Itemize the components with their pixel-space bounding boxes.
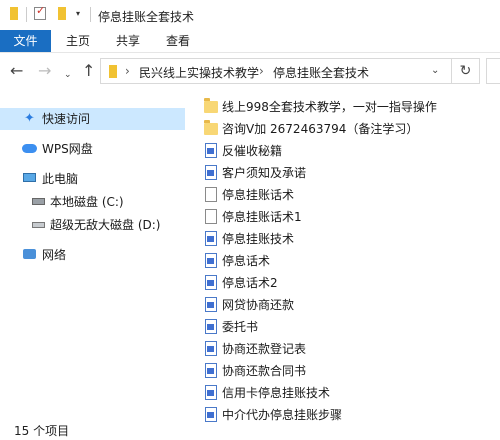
address-bar[interactable]: › 民兴线上实操技术教学 › 停息挂账全套技术 ⌄	[100, 58, 452, 84]
navigation-pane: ✦ 快速访问 WPS网盘 此电脑 本地磁盘 (C:) 超级无敌大磁盘 (D:) …	[0, 96, 190, 416]
list-item[interactable]: 停息挂账技术	[198, 228, 500, 250]
list-item[interactable]: 停息话术	[198, 250, 500, 272]
nav-item-drive-c[interactable]: 本地磁盘 (C:)	[0, 191, 185, 213]
address-history-chevron-icon[interactable]: ⌄	[431, 65, 439, 76]
list-item[interactable]: 协商还款登记表	[198, 338, 500, 360]
list-item[interactable]: 委托书	[198, 316, 500, 338]
list-item[interactable]: 客户须知及承诺	[198, 162, 500, 184]
drive-icon	[32, 222, 45, 228]
wps-document-icon	[204, 165, 218, 181]
folder-icon[interactable]	[8, 7, 20, 21]
wps-document-icon	[204, 363, 218, 379]
list-item[interactable]: 中介代办停息挂账步骤	[198, 404, 500, 426]
list-item[interactable]: 咨询V加 2672463794（备注学习）	[198, 118, 500, 140]
tab-home[interactable]: 主页	[58, 30, 98, 52]
list-item[interactable]: 停息话术2	[198, 272, 500, 294]
tab-share[interactable]: 共享	[108, 30, 148, 52]
breadcrumb-separator: ›	[125, 64, 130, 78]
nav-item-network[interactable]: 网络	[0, 244, 185, 266]
breadcrumb-item[interactable]: 停息挂账全套技术	[273, 64, 369, 81]
refresh-button[interactable]: ↻	[452, 58, 480, 84]
wps-document-icon	[204, 297, 218, 313]
wps-document-icon	[204, 143, 218, 159]
forward-arrow-icon[interactable]: →	[38, 63, 51, 79]
new-folder-icon[interactable]	[56, 7, 68, 21]
customize-dropdown-icon[interactable]: ▾	[76, 9, 80, 18]
folder-icon	[204, 98, 218, 115]
nav-item-wps-cloud[interactable]: WPS网盘	[0, 138, 185, 160]
cloud-icon	[22, 144, 37, 153]
folder-icon	[204, 120, 218, 137]
folder-icon	[109, 65, 117, 78]
separator	[26, 7, 27, 22]
recent-locations-chevron-icon[interactable]: ⌄	[64, 67, 72, 83]
file-list: 线上998全套技术教学，一对一指导操作 咨询V加 2672463794（备注学习…	[198, 96, 500, 422]
list-item[interactable]: 停息挂账话术	[198, 184, 500, 206]
wps-document-icon	[204, 253, 218, 269]
list-item[interactable]: 网贷协商还款	[198, 294, 500, 316]
window-title: 停息挂账全套技术	[98, 10, 195, 24]
properties-checkbox-icon[interactable]: ✓	[34, 4, 46, 20]
title-bar: ✓ ▾ 停息挂账全套技术	[0, 0, 500, 30]
nav-item-drive-d[interactable]: 超级无敌大磁盘 (D:)	[0, 214, 185, 236]
drive-icon	[32, 198, 45, 205]
nav-item-quick-access[interactable]: ✦ 快速访问	[0, 108, 185, 130]
text-document-icon	[204, 187, 218, 203]
tab-view[interactable]: 查看	[158, 30, 198, 52]
wps-document-icon	[204, 275, 218, 291]
ribbon-tabs: 文件 主页 共享 查看	[0, 30, 500, 53]
list-item[interactable]: 停息挂账话术1	[198, 206, 500, 228]
list-item[interactable]: 协商还款合同书	[198, 360, 500, 382]
separator	[90, 7, 91, 22]
computer-icon	[23, 173, 36, 182]
wps-document-icon	[204, 231, 218, 247]
wps-document-icon	[204, 319, 218, 335]
refresh-icon: ↻	[459, 63, 472, 79]
tab-file[interactable]: 文件	[0, 30, 51, 52]
up-arrow-icon[interactable]: ↑	[82, 63, 95, 79]
wps-document-icon	[204, 385, 218, 401]
network-icon	[23, 249, 36, 259]
wps-document-icon	[204, 341, 218, 357]
back-arrow-icon[interactable]: ←	[10, 63, 23, 79]
wps-document-icon	[204, 407, 218, 423]
breadcrumb-item[interactable]: 民兴线上实操技术教学	[139, 64, 259, 81]
star-pin-icon: ✦	[24, 111, 35, 126]
breadcrumb-separator: ›	[259, 64, 264, 78]
text-document-icon	[204, 209, 218, 225]
list-item[interactable]: 反催收秘籍	[198, 140, 500, 162]
item-count-status: 15 个项目	[14, 424, 70, 438]
nav-item-this-pc[interactable]: 此电脑	[0, 168, 185, 190]
search-box[interactable]	[486, 58, 500, 84]
list-item[interactable]: 线上998全套技术教学，一对一指导操作	[198, 96, 500, 118]
list-item[interactable]: 信用卡停息挂账技术	[198, 382, 500, 404]
